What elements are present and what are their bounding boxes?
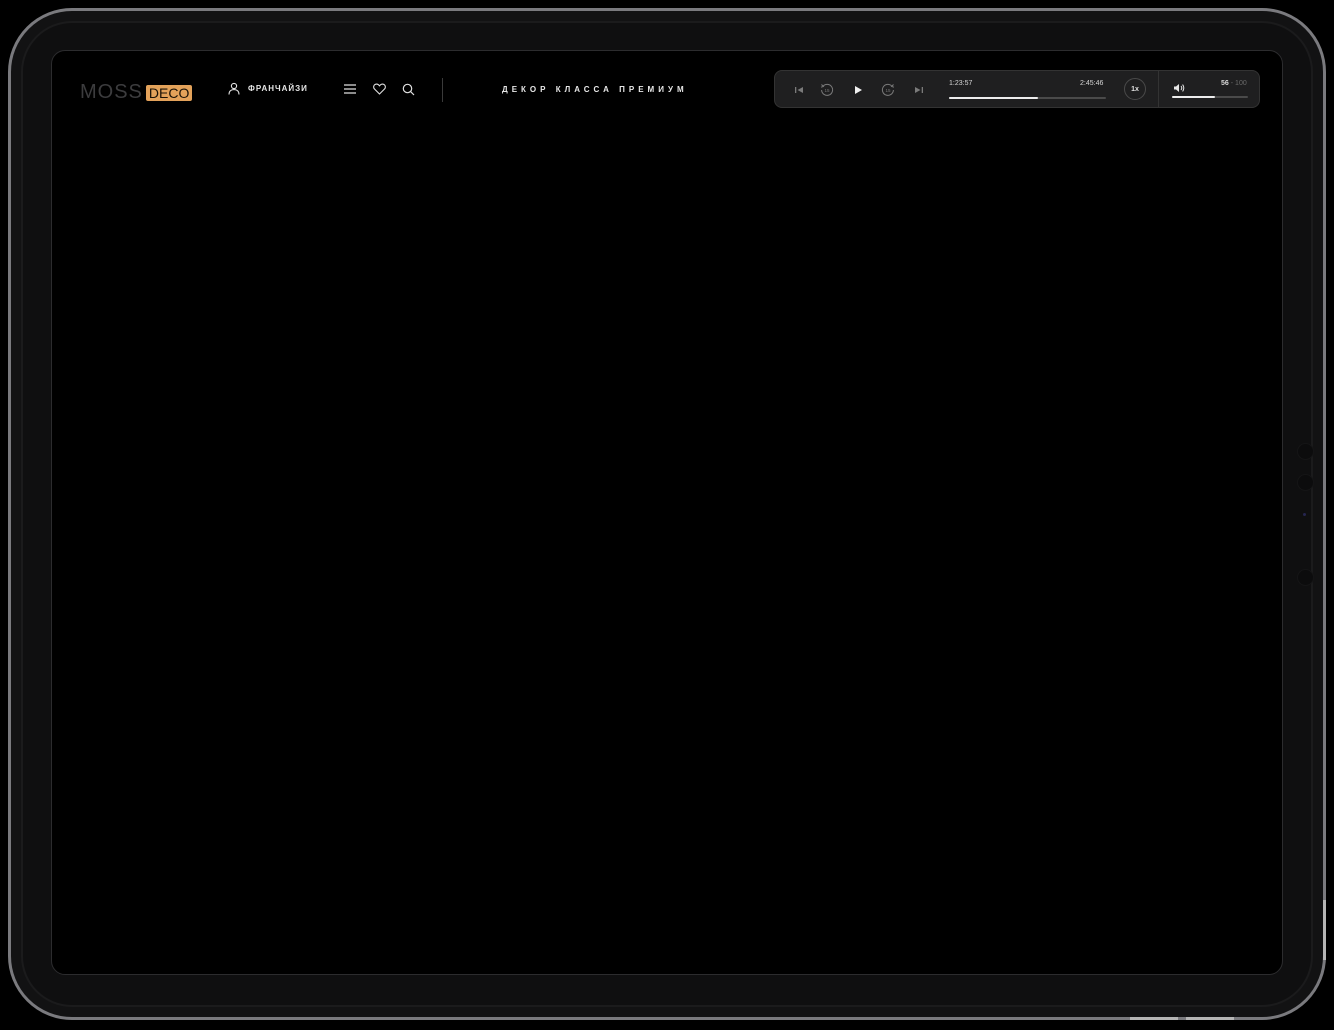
side-button[interactable] (1297, 474, 1314, 491)
menu-icon[interactable] (343, 81, 357, 97)
progress-fill (949, 97, 1039, 99)
side-button[interactable] (1297, 569, 1314, 586)
forward-15-icon[interactable]: 15 (880, 82, 896, 98)
header-divider (442, 78, 443, 102)
side-button[interactable] (1297, 443, 1314, 460)
audio-player: 15 15 1:23:57 2:45:46 1x 56 - 100 (774, 70, 1260, 108)
frame-edge-highlight (1323, 900, 1326, 960)
volume-max: 100 (1235, 80, 1247, 87)
search-icon[interactable] (401, 81, 415, 97)
speed-button[interactable]: 1x (1124, 78, 1146, 100)
skip-next-icon[interactable] (911, 82, 927, 98)
volume-slider[interactable] (1172, 96, 1248, 98)
user-icon (228, 82, 240, 95)
current-time: 1:23:57 (949, 80, 973, 87)
total-time: 2:45:46 (1080, 80, 1104, 87)
logo-primary: MOSS (80, 81, 143, 103)
player-divider (1158, 71, 1159, 107)
play-icon[interactable] (850, 82, 866, 98)
heart-icon[interactable] (372, 81, 386, 97)
volume-separator: - (1230, 80, 1234, 87)
svg-text:15: 15 (824, 88, 830, 93)
logo-secondary: DECO (145, 84, 193, 101)
tagline: ДЕКОР КЛАССА ПРЕМИУМ (502, 85, 688, 94)
volume-value: 56 - 100 (1221, 80, 1247, 87)
logo[interactable]: MOSS DECO (80, 81, 193, 104)
frame-edge-highlight (1130, 1017, 1178, 1020)
frame-edge-highlight (1186, 1017, 1234, 1020)
skip-previous-icon[interactable] (791, 82, 807, 98)
franchise-label: ФРАНЧАЙЗИ (248, 84, 308, 93)
volume-icon[interactable] (1171, 80, 1187, 96)
side-indicator (1303, 513, 1306, 516)
rewind-15-icon[interactable]: 15 (819, 82, 835, 98)
progress-bar[interactable] (949, 97, 1106, 99)
volume-fill (1172, 96, 1215, 98)
franchise-link[interactable]: ФРАНЧАЙЗИ (228, 82, 308, 95)
speed-label: 1x (1131, 85, 1139, 93)
svg-text:15: 15 (885, 88, 891, 93)
screen: MOSS DECO ФРАНЧАЙЗИ ДЕКОР КЛАССА ПРЕМИУМ (51, 50, 1283, 975)
volume-current: 56 (1221, 80, 1229, 87)
